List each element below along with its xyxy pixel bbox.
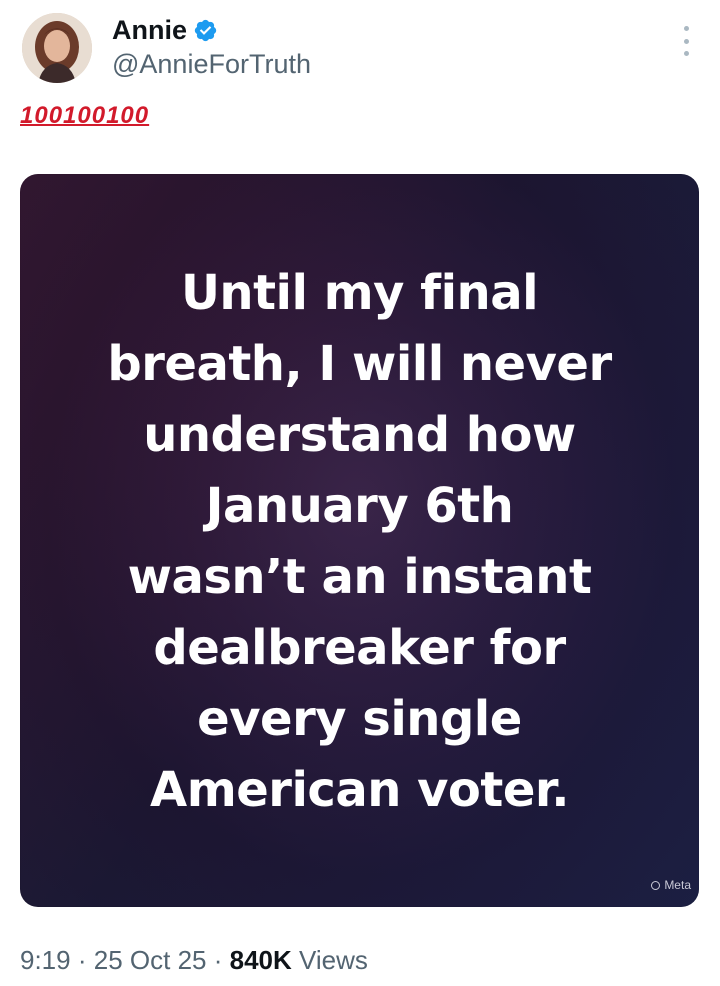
meta-ring-icon: [651, 880, 661, 890]
tweet-media-image[interactable]: Until my final breath, I will never unde…: [20, 174, 699, 907]
more-options-icon[interactable]: [680, 26, 692, 56]
author-handle[interactable]: @AnnieForTruth: [112, 48, 311, 80]
views-label: Views: [299, 945, 368, 975]
separator: ·: [77, 945, 87, 975]
media-quote-text: Until my final breath, I will never unde…: [20, 258, 699, 826]
author-display-name[interactable]: Annie: [112, 14, 187, 46]
meta-watermark-label: Meta: [664, 878, 691, 892]
more-dot: [683, 26, 689, 31]
avatar[interactable]: [22, 13, 92, 83]
meta-watermark: Meta: [651, 878, 691, 892]
author-name-row: Annie: [112, 14, 218, 46]
avatar-image: [22, 13, 92, 83]
quote-line: wasn’t an instant: [127, 549, 592, 605]
tweet-text: 100100100: [20, 102, 150, 129]
more-dot: [683, 38, 689, 44]
quote-line: American voter.: [150, 762, 569, 818]
tweet-date[interactable]: 25 Oct 25: [94, 945, 207, 975]
quote-line: every single: [197, 691, 522, 747]
quote-line: Until my final: [180, 265, 539, 321]
quote-line: breath, I will never: [107, 336, 612, 392]
separator: ·: [213, 945, 223, 975]
more-dot: [683, 51, 689, 56]
tweet-time[interactable]: 9:19: [20, 945, 71, 975]
tweet: Annie @AnnieForTruth 100100100 Until my …: [0, 0, 720, 986]
quote-line: understand how: [143, 407, 576, 463]
quote-line: dealbreaker for: [153, 620, 566, 676]
tweet-metadata: 9:19 · 25 Oct 25 · 840K Views: [20, 942, 368, 978]
views-count: 840K: [229, 945, 292, 975]
verified-badge-icon: [194, 19, 217, 41]
quote-line: January 6th: [205, 478, 514, 534]
